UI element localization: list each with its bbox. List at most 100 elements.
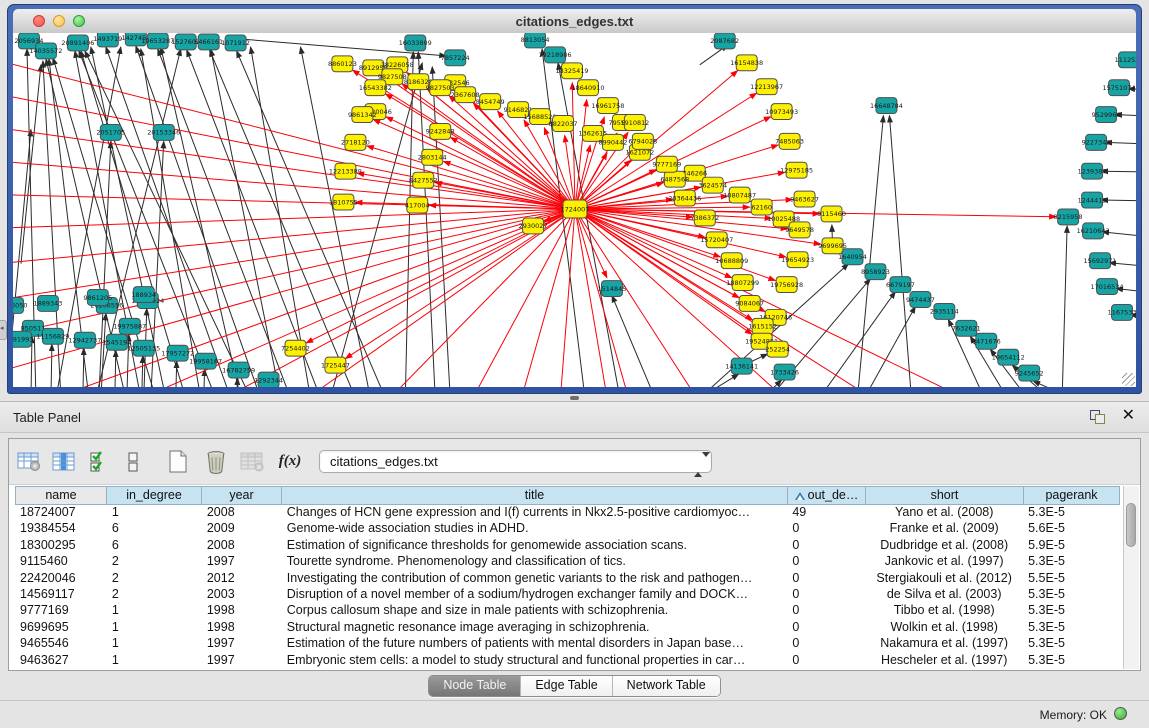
table-row[interactable]: 946554611997Estimation of the future num… bbox=[15, 636, 1119, 652]
network-node[interactable]: 1889343 bbox=[34, 296, 63, 312]
network-node[interactable]: 1733426 bbox=[770, 364, 799, 380]
network-node[interactable]: 1640954 bbox=[838, 249, 867, 265]
network-node[interactable]: 8860123 bbox=[328, 56, 357, 72]
network-node[interactable]: 1112528 bbox=[1115, 52, 1136, 68]
network-node[interactable]: 1910812 bbox=[620, 115, 649, 131]
tab-node-table[interactable]: Node Table bbox=[429, 676, 521, 696]
network-node[interactable]: 8454749 bbox=[476, 94, 505, 110]
network-node[interactable]: 1239387 bbox=[1078, 163, 1107, 179]
network-node[interactable]: 9245652 bbox=[1015, 365, 1044, 381]
network-node[interactable]: 12975185 bbox=[780, 162, 813, 178]
network-node[interactable]: 12942737 bbox=[68, 332, 101, 348]
network-node[interactable]: 19654923 bbox=[781, 252, 814, 268]
column-header-title[interactable]: title bbox=[282, 486, 788, 505]
network-node[interactable]: 1615152 bbox=[748, 318, 777, 334]
network-node[interactable]: 9861205 bbox=[83, 290, 112, 306]
network-node[interactable]: 1514845 bbox=[597, 281, 626, 297]
network-node[interactable]: 6794028 bbox=[628, 133, 657, 149]
column-header-out_de[interactable]: out_de… bbox=[788, 486, 866, 505]
network-node[interactable]: 1725447 bbox=[321, 357, 350, 373]
table-vertical-scrollbar[interactable] bbox=[1123, 486, 1139, 669]
network-node[interactable]: 6679197 bbox=[886, 277, 915, 293]
delete-rows-icon[interactable] bbox=[201, 447, 231, 477]
network-node[interactable]: 2930027 bbox=[519, 218, 548, 234]
network-node[interactable]: 252254 bbox=[765, 341, 790, 357]
function-builder-icon[interactable]: f(x) bbox=[275, 447, 305, 477]
network-node[interactable]: 9227342 bbox=[1082, 134, 1111, 150]
tab-network-table[interactable]: Network Table bbox=[613, 676, 720, 696]
network-node[interactable]: 20891406 bbox=[61, 35, 94, 51]
network-node[interactable]: 8813054 bbox=[521, 33, 550, 48]
table-row[interactable]: 2242004622012Investigating the contribut… bbox=[15, 571, 1119, 587]
network-node[interactable]: 8215958 bbox=[1054, 209, 1083, 225]
sidebar-collapse-handle[interactable]: ◂ bbox=[0, 320, 7, 340]
network-node[interactable]: 2935114 bbox=[930, 303, 959, 319]
column-header-pagerank[interactable]: pagerank bbox=[1024, 486, 1120, 505]
network-node[interactable]: 19756928 bbox=[770, 277, 803, 293]
network-node[interactable]: 20153346 bbox=[147, 124, 180, 140]
network-node[interactable]: 6487568 bbox=[660, 171, 689, 187]
citation-graph[interactable]: 2056934140355722089140614937191427455106… bbox=[13, 33, 1136, 387]
network-node[interactable]: 9115460 bbox=[817, 206, 846, 222]
show-columns-icon[interactable] bbox=[49, 447, 79, 477]
network-node[interactable]: 7485063 bbox=[775, 133, 804, 149]
network-node[interactable]: 8822037 bbox=[549, 116, 578, 132]
table-row[interactable]: 969969511998Structural magnetic resonanc… bbox=[15, 620, 1119, 636]
network-node[interactable]: 16154838 bbox=[730, 55, 763, 71]
memory-status-indicator[interactable] bbox=[1114, 707, 1127, 720]
network-node[interactable]: 62160 bbox=[751, 199, 772, 215]
minimize-button[interactable] bbox=[53, 15, 65, 27]
table-row[interactable]: 1830029562008Estimation of significance … bbox=[15, 538, 1119, 554]
network-node[interactable]: 9649578 bbox=[785, 222, 814, 238]
network-node[interactable]: 9861342 bbox=[348, 107, 377, 123]
network-node[interactable]: 7857224 bbox=[441, 50, 470, 66]
network-node[interactable]: 1493719 bbox=[93, 33, 122, 47]
close-panel-icon[interactable]: ✕ bbox=[1122, 407, 1135, 425]
network-node[interactable]: 9777169 bbox=[652, 156, 681, 172]
column-header-year[interactable]: year bbox=[202, 486, 282, 505]
column-header-in_degree[interactable]: in_degree bbox=[107, 486, 202, 505]
network-node[interactable]: 417004 bbox=[405, 197, 430, 213]
network-node[interactable]: 1071912 bbox=[221, 35, 250, 51]
network-node[interactable]: 7254402 bbox=[281, 340, 310, 356]
select-rows-icon[interactable] bbox=[84, 447, 114, 477]
network-node[interactable]: 10654112 bbox=[992, 349, 1025, 365]
network-node[interactable]: 1810755 bbox=[329, 194, 358, 210]
float-panel-icon[interactable] bbox=[1090, 410, 1105, 424]
network-node[interactable]: 16961758 bbox=[591, 98, 624, 114]
column-header-short[interactable]: short bbox=[866, 486, 1024, 505]
network-node[interactable]: 16033809 bbox=[399, 35, 432, 51]
network-node[interactable]: 8990442 bbox=[598, 134, 627, 150]
network-node[interactable]: 8427552 bbox=[409, 172, 438, 188]
network-node[interactable]: 16648784 bbox=[870, 98, 903, 114]
network-node[interactable]: 15720407 bbox=[700, 232, 733, 248]
network-node[interactable]: 9463627 bbox=[790, 191, 819, 207]
network-node[interactable]: 9529966 bbox=[1092, 107, 1121, 123]
table-settings-icon[interactable] bbox=[14, 447, 44, 477]
new-table-icon[interactable] bbox=[163, 447, 193, 477]
network-node[interactable]: 7386372 bbox=[690, 210, 719, 226]
network-node[interactable]: 10688809 bbox=[715, 253, 748, 269]
network-window-titlebar[interactable]: citations_edges.txt bbox=[13, 9, 1136, 34]
network-node[interactable]: 2087682 bbox=[710, 33, 739, 49]
network-node[interactable]: 16210643 bbox=[1077, 223, 1110, 239]
network-node[interactable]: 1167533 bbox=[1108, 304, 1136, 320]
network-node-hub[interactable]: 1724007 bbox=[561, 200, 590, 218]
network-node[interactable]: 1244419 bbox=[1078, 192, 1107, 208]
stacked-squares-icon[interactable] bbox=[119, 447, 149, 477]
network-node[interactable]: 2803144 bbox=[418, 149, 447, 165]
zoom-button[interactable] bbox=[73, 15, 85, 27]
table-row[interactable]: 911546021997Tourette syndrome. Phenomeno… bbox=[15, 554, 1119, 570]
window-resize-grip[interactable] bbox=[1122, 373, 1135, 386]
scrollbar-thumb[interactable] bbox=[1126, 503, 1136, 547]
network-node[interactable]: 9474437 bbox=[906, 292, 935, 308]
network-node[interactable]: 16782759 bbox=[222, 362, 255, 378]
network-node[interactable]: 2718120 bbox=[341, 134, 370, 150]
network-node[interactable]: 12213967 bbox=[750, 79, 783, 95]
network-node[interactable]: 18640910 bbox=[571, 80, 604, 96]
network-canvas[interactable]: 2056934140355722089140614937191427455106… bbox=[13, 33, 1136, 387]
network-node[interactable]: 391993 bbox=[13, 331, 33, 347]
network-node[interactable]: 6466161 bbox=[194, 34, 223, 50]
network-node[interactable]: 17016534 bbox=[1091, 279, 1124, 295]
table-row[interactable]: 1938455462009Genome-wide association stu… bbox=[15, 521, 1119, 537]
